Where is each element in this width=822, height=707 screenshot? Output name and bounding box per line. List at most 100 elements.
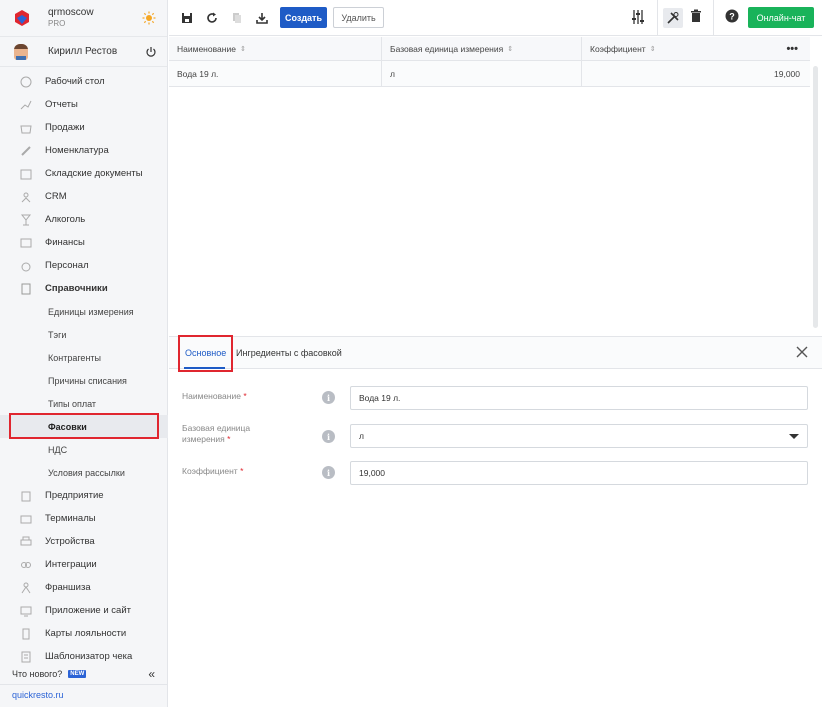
- theme-sun-icon[interactable]: [142, 11, 156, 25]
- sidebar-item-warehouse-docs[interactable]: Складские документы: [0, 162, 168, 185]
- sidebar-item-label: Интеграции: [45, 559, 97, 570]
- network-icon: [20, 582, 32, 594]
- sort-icon[interactable]: ⇕: [507, 45, 513, 53]
- staff-icon: [20, 260, 32, 272]
- brand-name: qrmoscow: [48, 7, 94, 18]
- info-icon[interactable]: i: [322, 430, 335, 443]
- user-profile[interactable]: Кирилл Рестов: [0, 37, 167, 67]
- brand-plan: PRO: [48, 19, 66, 28]
- book-icon: [20, 283, 32, 295]
- sidebar-item-dashboard[interactable]: Рабочий стол: [0, 70, 168, 93]
- info-icon[interactable]: i: [322, 391, 335, 404]
- column-label: Коэффициент: [590, 43, 646, 54]
- sidebar-item-sales[interactable]: Продажи: [0, 116, 168, 139]
- select-value: л: [359, 431, 364, 441]
- tab-packaged-ingredients[interactable]: Ингредиенты с фасовкой: [233, 337, 342, 369]
- field-label: Наименование *: [182, 391, 247, 402]
- sidebar-item-label: Шаблонизатор чека: [45, 651, 133, 662]
- online-chat-button[interactable]: Онлайн-чат: [748, 7, 814, 28]
- packaging-table: Наименование ⇕ Базовая единица измерения ⇕…: [169, 37, 810, 87]
- submenu-item-mailing-conditions[interactable]: Условия рассылки: [0, 461, 168, 484]
- column-label: Наименование: [177, 43, 236, 54]
- sidebar-item-label: Предприятие: [45, 490, 104, 501]
- table-scrollbar[interactable]: [813, 66, 818, 328]
- submenu-item-label: Условия рассылки: [48, 467, 125, 478]
- submenu-item-vat[interactable]: НДС: [0, 438, 168, 461]
- submenu-item-writeoff-reasons[interactable]: Причины списания: [0, 369, 168, 392]
- sidebar-item-app-site[interactable]: Приложение и сайт: [0, 599, 168, 622]
- sidebar-item-references[interactable]: Справочники: [0, 277, 168, 300]
- submenu-item-label: Единицы измерения: [48, 306, 134, 317]
- coefficient-input[interactable]: 19,000: [350, 461, 808, 485]
- column-header-coefficient[interactable]: Коэффициент ⇕ •••: [582, 37, 810, 60]
- sidebar-item-label: Рабочий стол: [45, 76, 105, 87]
- sidebar-item-label: Карты лояльности: [45, 628, 127, 639]
- table-header: Наименование ⇕ Базовая единица измерения ⇕…: [169, 37, 810, 61]
- name-input[interactable]: Вода 19 л.: [350, 386, 808, 410]
- sidebar-item-alcohol[interactable]: Алкоголь: [0, 208, 168, 231]
- user-name: Кирилл Рестов: [48, 46, 118, 57]
- sidebar-item-label: Персонал: [45, 260, 89, 271]
- chevron-down-icon: [789, 434, 799, 439]
- power-icon[interactable]: [145, 46, 157, 58]
- sidebar-item-devices[interactable]: Устройства: [0, 530, 168, 553]
- table-row[interactable]: Вода 19 л. л 19,000: [169, 61, 810, 87]
- submenu-item-contractors[interactable]: Контрагенты: [0, 346, 168, 369]
- trash-icon[interactable]: [690, 9, 702, 26]
- copy-icon[interactable]: [230, 11, 244, 25]
- sidebar-item-reports[interactable]: Отчеты: [0, 93, 168, 116]
- sidebar-item-staff[interactable]: Персонал: [0, 254, 168, 277]
- sort-icon[interactable]: ⇕: [240, 45, 246, 53]
- sidebar-item-enterprise[interactable]: Предприятие: [0, 484, 168, 507]
- sidebar-item-crm[interactable]: CRM: [0, 185, 168, 208]
- new-badge: NEW: [68, 670, 87, 678]
- sidebar-item-finance[interactable]: Финансы: [0, 231, 168, 254]
- folder-icon: [20, 168, 32, 180]
- table-cell: 19,000: [774, 68, 800, 79]
- save-icon[interactable]: [180, 11, 194, 25]
- close-icon[interactable]: [796, 346, 808, 358]
- sidebar-item-loyalty-cards[interactable]: Карты лояльности: [0, 622, 168, 645]
- info-icon[interactable]: i: [322, 466, 335, 479]
- wallet-icon: [20, 237, 32, 249]
- sidebar-item-nomenclature[interactable]: Номенклатура: [0, 139, 168, 162]
- whats-new[interactable]: Что нового? NEW «: [0, 664, 168, 685]
- tools-icon[interactable]: [663, 8, 683, 28]
- column-header-base-unit[interactable]: Базовая единица измерения ⇕: [382, 37, 582, 60]
- receipt-icon: [20, 651, 32, 663]
- field-label-text: Базовая единица измерения: [182, 423, 251, 444]
- sidebar-item-franchise[interactable]: Франшиза: [0, 576, 168, 599]
- delete-button[interactable]: Удалить: [333, 7, 384, 28]
- help-icon[interactable]: ?: [725, 9, 739, 26]
- link-icon: [20, 559, 32, 571]
- site-link[interactable]: quickresto.ru: [12, 690, 64, 700]
- sidebar-item-label: Номенклатура: [45, 145, 109, 156]
- download-icon[interactable]: [255, 11, 269, 25]
- refresh-icon[interactable]: [205, 11, 219, 25]
- app-logo-icon[interactable]: [12, 8, 32, 28]
- submenu-item-label: Контрагенты: [48, 352, 102, 363]
- collapse-sidebar-icon[interactable]: «: [148, 667, 155, 681]
- sidebar-item-label: Складские документы: [45, 168, 143, 179]
- sidebar-item-label: Продажи: [45, 122, 85, 133]
- create-button[interactable]: Создать: [280, 7, 327, 28]
- table-cell: л: [382, 61, 582, 86]
- tab-main[interactable]: Основное: [169, 337, 233, 369]
- submenu-item-packaging[interactable]: Фасовки: [0, 415, 168, 438]
- filter-settings-icon[interactable]: [631, 9, 645, 28]
- required-mark: *: [240, 466, 244, 476]
- column-header-name[interactable]: Наименование ⇕: [169, 37, 382, 60]
- more-options-icon[interactable]: •••: [786, 43, 798, 55]
- toolbar-separator: [713, 0, 714, 36]
- submenu-item-payment-types[interactable]: Типы оплат: [0, 392, 168, 415]
- sidebar-item-integrations[interactable]: Интеграции: [0, 553, 168, 576]
- terminal-icon: [20, 513, 32, 525]
- required-mark: *: [227, 434, 231, 444]
- submenu-item-label: Тэги: [48, 329, 67, 340]
- sort-icon[interactable]: ⇕: [650, 45, 656, 53]
- base-unit-select[interactable]: л: [350, 424, 808, 448]
- sidebar-item-terminals[interactable]: Терминалы: [0, 507, 168, 530]
- submenu-item-units[interactable]: Единицы измерения: [0, 300, 168, 323]
- submenu-item-tags[interactable]: Тэги: [0, 323, 168, 346]
- detail-tabs: Основное Ингредиенты с фасовкой: [169, 337, 822, 369]
